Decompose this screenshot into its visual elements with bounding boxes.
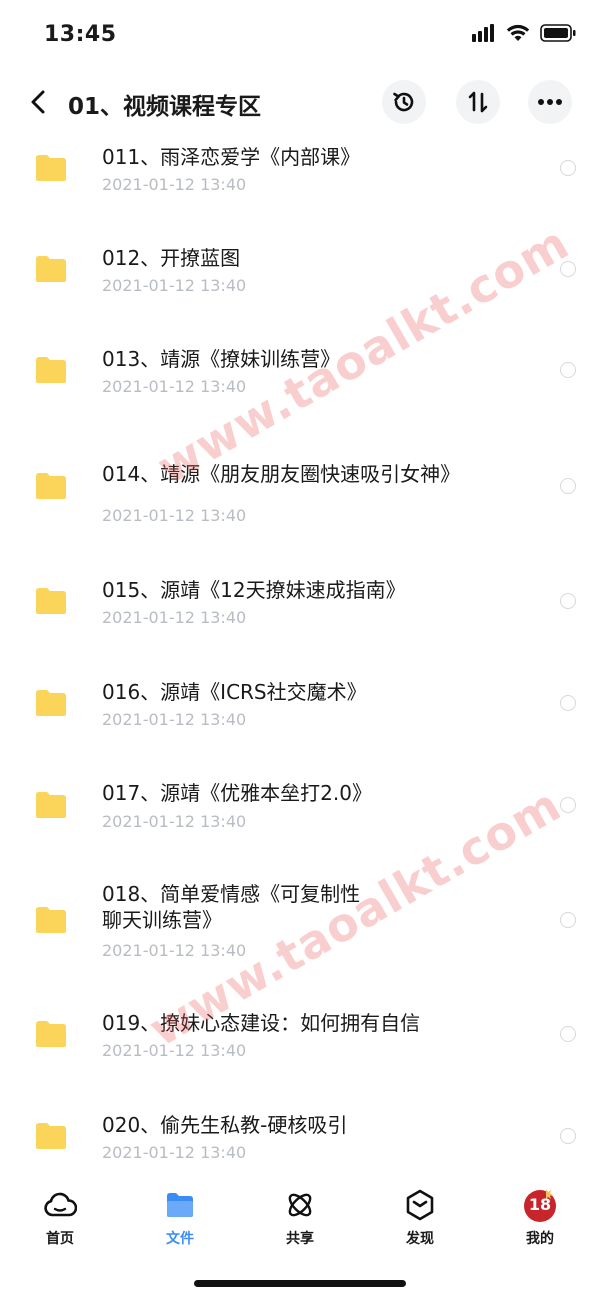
select-radio[interactable] <box>560 160 576 176</box>
folder-icon <box>36 792 66 818</box>
folder-icon <box>36 256 66 282</box>
tab-bar: 首页 文件 共享 发现 我的 <box>0 1180 600 1250</box>
file-name: 014、靖源《朋友朋友圈快速吸引女神》 <box>102 462 461 486</box>
tab-label: 共享 <box>286 1231 314 1247</box>
tab-label: 发现 <box>406 1231 434 1247</box>
atom-icon <box>288 1193 312 1217</box>
file-date: 2021-01-12 13:40 <box>102 608 247 627</box>
signal-icon <box>472 24 496 46</box>
page-title: 01、视频课程专区 <box>68 94 262 120</box>
cloud-icon <box>44 1192 77 1217</box>
more-icon <box>538 99 562 105</box>
more-button[interactable] <box>528 80 572 124</box>
file-date: 2021-01-12 13:40 <box>102 276 247 295</box>
folder-icon <box>36 1123 66 1149</box>
file-date: 2021-01-12 13:40 <box>102 377 247 396</box>
folder-icon <box>36 690 66 716</box>
file-date: 2021-01-12 13:40 <box>102 175 247 194</box>
file-name: 011、雨泽恋爱学《内部课》 <box>102 145 361 169</box>
tab-share[interactable]: 共享 <box>260 1188 340 1250</box>
file-name: 017、源靖《优雅本垒打2.0》 <box>102 781 372 805</box>
select-radio[interactable] <box>560 695 576 711</box>
tab-files[interactable]: 文件 <box>140 1188 220 1250</box>
select-radio[interactable] <box>560 1026 576 1042</box>
file-name-line1: 018、简单爱情感《可复制性 <box>102 882 361 906</box>
status-icons <box>472 24 576 46</box>
file-date: 2021-01-12 13:40 <box>102 941 247 960</box>
battery-icon <box>540 24 576 46</box>
folder-icon <box>167 1193 193 1217</box>
tab-label: 我的 <box>526 1231 554 1247</box>
sort-button[interactable] <box>456 80 500 124</box>
tab-label: 文件 <box>166 1231 194 1247</box>
nav-bar: 01、视频课程专区 <box>0 78 600 126</box>
file-name: 016、源靖《ICRS社交魔术》 <box>102 680 367 704</box>
tab-discover[interactable]: 发现 <box>380 1188 460 1250</box>
home-indicator <box>194 1280 406 1287</box>
select-radio[interactable] <box>560 362 576 378</box>
avatar-text: 18 <box>528 1195 552 1214</box>
history-button[interactable] <box>382 80 426 124</box>
file-date: 2021-01-12 13:40 <box>102 506 247 525</box>
select-radio[interactable] <box>560 1128 576 1144</box>
compass-icon <box>406 1189 434 1221</box>
select-radio[interactable] <box>560 593 576 609</box>
tab-label: 首页 <box>46 1231 74 1247</box>
folder-icon <box>36 473 66 499</box>
back-button[interactable] <box>24 86 52 118</box>
select-radio[interactable] <box>560 912 576 928</box>
folder-icon <box>36 907 66 933</box>
folder-icon <box>36 1021 66 1047</box>
tab-home[interactable]: 首页 <box>20 1188 100 1250</box>
file-name: 020、偷先生私教-硬核吸引 <box>102 1113 348 1137</box>
file-date: 2021-01-12 13:40 <box>102 812 247 831</box>
status-time: 13:45 <box>44 22 117 47</box>
history-icon <box>393 92 414 112</box>
folder-icon <box>36 357 66 383</box>
folder-icon <box>36 155 66 181</box>
file-date: 2021-01-12 13:40 <box>102 710 247 729</box>
select-radio[interactable] <box>560 478 576 494</box>
file-name: 012、开撩蓝图 <box>102 246 241 270</box>
back-icon <box>31 90 45 114</box>
file-name: 015、源靖《12天撩妹速成指南》 <box>102 578 406 602</box>
file-date: 2021-01-12 13:40 <box>102 1143 247 1162</box>
wifi-icon <box>506 24 530 46</box>
file-name-line2: 聊天训练营》 <box>102 908 222 932</box>
sort-icon <box>468 91 488 113</box>
status-bar: 13:45 <box>0 0 600 72</box>
folder-icon <box>36 588 66 614</box>
